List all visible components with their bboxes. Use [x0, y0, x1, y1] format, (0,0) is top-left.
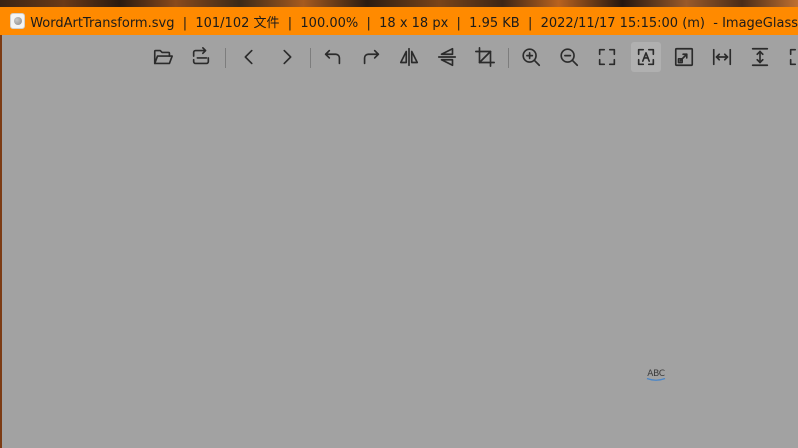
fullscreen-corners-icon — [598, 48, 616, 66]
scale-to-height-icon — [751, 47, 769, 67]
lock-zoom-button[interactable] — [631, 42, 661, 72]
scale-to-width-icon — [712, 48, 732, 66]
app-icon — [10, 13, 26, 29]
open-file-button[interactable] — [148, 42, 178, 72]
scale-to-width-button[interactable] — [707, 42, 737, 72]
folder-open-icon — [153, 49, 173, 65]
toolbar-separator — [310, 48, 311, 68]
flip-horizontal-button[interactable] — [394, 42, 424, 72]
crop-button[interactable] — [470, 42, 500, 72]
zoom-in-icon — [522, 48, 541, 67]
flip-vertical-button[interactable] — [432, 42, 462, 72]
zoom-out-icon — [560, 48, 579, 67]
svg-image-preview: ABC — [646, 369, 666, 381]
zoom-in-button[interactable] — [516, 42, 546, 72]
toolbar — [0, 35, 798, 81]
rotate-left-button[interactable] — [318, 42, 348, 72]
chevron-right-icon — [283, 49, 292, 65]
rotate-left-icon — [324, 49, 341, 65]
rotate-right-button[interactable] — [356, 42, 386, 72]
scale-to-fill-icon — [789, 48, 797, 66]
wordart-text: ABC — [647, 369, 665, 379]
auto-zoom-button[interactable] — [592, 42, 622, 72]
scale-to-fit-icon — [674, 47, 694, 67]
image-viewer-canvas[interactable]: ABC — [2, 81, 798, 448]
window-title: WordArtTransform.svg | 101/102 文件 | 100.… — [30, 15, 798, 31]
zoom-out-button[interactable] — [554, 42, 584, 72]
next-image-button[interactable] — [272, 42, 302, 72]
flip-vertical-icon — [437, 47, 457, 67]
scale-to-fill-button[interactable] — [783, 42, 798, 72]
lock-zoom-icon — [637, 48, 655, 66]
toolbar-separator — [508, 48, 509, 68]
previous-image-button[interactable] — [234, 42, 264, 72]
refresh-button[interactable] — [186, 42, 216, 72]
scale-to-fit-button[interactable] — [669, 42, 699, 72]
title-bar[interactable]: WordArtTransform.svg | 101/102 文件 | 100.… — [0, 7, 798, 35]
toolbar-separator — [225, 48, 226, 68]
chevron-left-icon — [244, 49, 253, 65]
desktop-background — [0, 0, 798, 7]
scale-to-height-button[interactable] — [745, 42, 775, 72]
crop-icon — [475, 47, 495, 67]
refresh-icon — [192, 47, 210, 65]
rotate-right-icon — [363, 49, 380, 65]
flip-horizontal-icon — [399, 47, 419, 67]
